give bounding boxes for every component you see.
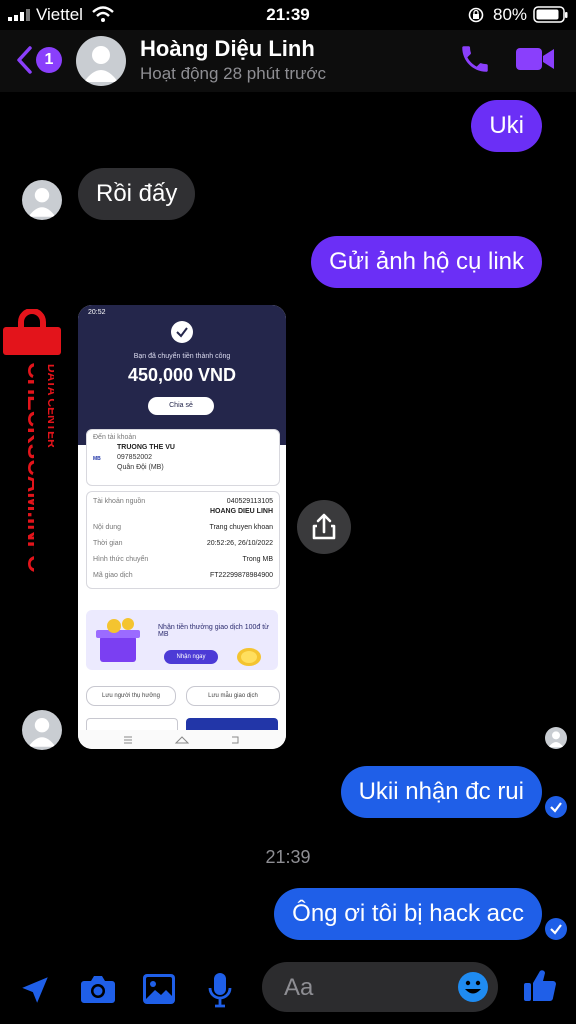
clock: 21:39 [266,5,310,24]
phone-call-icon[interactable] [458,42,492,76]
battery-icon [533,6,568,23]
watermark-main-label: CHECKSCAM.INFO [23,362,34,573]
detail-label: Mã giao dịch [93,572,133,579]
photo-gallery-icon[interactable] [142,973,176,1005]
message-bubble-outgoing[interactable]: Uki [471,100,542,152]
receipt-amount: 450,000 VND [127,365,237,385]
emoji-icon[interactable] [457,971,489,1003]
contact-avatar-small[interactable] [22,710,62,750]
recipient-name: TRUONG THE VU [117,444,175,451]
chevron-left-icon [17,46,32,74]
rotation-lock-icon [468,7,484,23]
receipt-recipient-card: Đến tài khoản MB TRUONG THE VU 097852002… [86,429,280,486]
contact-avatar-small[interactable] [22,180,62,220]
watermark-sub-label: DATA CENTER [45,364,54,448]
detail-value: Trong MB [242,556,273,563]
coin-icon [237,648,261,666]
detail-value: Trang chuyen khoan [209,524,273,531]
message-bubble-outgoing[interactable]: Gửi ảnh hộ cụ link [311,236,542,288]
receipt-primary-button [186,718,278,730]
location-arrow-icon[interactable] [18,973,52,1007]
promo-text: Nhận tiền thưởng giao dịch 100đ từ MB [158,624,269,638]
lock-logo-icon [3,309,61,355]
detail-label: Tài khoản nguồn [93,498,146,505]
detail-label: Hình thức chuyển [93,556,149,563]
camera-icon[interactable] [80,974,116,1004]
receipt-status-time: 20:52 [88,309,106,316]
recipient-account: 097852002 [117,454,153,461]
detail-label: Nội dung [93,524,122,531]
default-avatar-icon [28,718,56,747]
receipt-details-card: Tài khoản nguồn 040529113105 HOANG DIEU … [86,491,280,589]
receipt-share-label: Chia sẻ [169,402,193,409]
default-avatar-icon [548,731,564,748]
watermark-main-text: CHECKSCAM.INFO [23,362,34,573]
detail-value: 040529113105 [226,498,273,505]
promo-button: Nhận ngay [164,650,218,664]
seen-receipt-avatar [545,727,567,749]
unread-badge: 1 [36,47,62,73]
detail-value: HOANG DIEU LINH [210,508,273,515]
chat-header: 1 Hoàng Diệu Linh Hoạt động 28 phút trướ… [0,30,576,92]
default-avatar-icon [84,46,118,82]
detail-value: 20:52:26, 26/10/2022 [206,540,273,547]
detail-label: Thời gian [93,540,123,547]
shared-image-receipt[interactable]: 20:52 Bạn đã chuyển tiền thành công 450,… [78,305,286,749]
recipient-bank: Quân Đội (MB) [117,464,164,471]
gift-box-icon [96,618,140,662]
receipt-success-text: Bạn đã chuyển tiền thành công [133,353,231,360]
message-timestamp: 21:39 [265,847,311,867]
thumbs-up-icon[interactable] [522,968,558,1004]
watermark-sub-text: DATA CENTER [45,364,54,448]
bank-logo: MB [93,456,101,462]
save-recipient-button: Lưu người thụ hưởng [86,686,176,706]
contact-avatar[interactable] [76,36,126,86]
message-bubble-outgoing[interactable]: Ukii nhận đc rui [340,766,542,818]
save-template-button: Lưu mẫu giao dịch [186,686,280,706]
receipt-share-button: Chia sẻ [148,397,214,415]
delivered-check-icon [545,796,567,818]
back-button[interactable]: 1 [14,44,64,76]
activity-status: Hoạt động 28 phút trước [140,64,327,83]
detail-value: FT22299878984900 [209,572,273,579]
share-icon [312,513,336,540]
video-call-icon[interactable] [515,44,555,74]
android-nav-icons [124,736,239,744]
receipt-nav-bar [78,730,286,749]
contact-name[interactable]: Hoàng Diệu Linh [140,36,315,62]
status-bar: Viettel 21:39 80% [0,0,576,30]
battery-percent: 80% [493,5,528,24]
message-bubble-incoming[interactable]: Rồi đấy [78,168,196,220]
delivered-check-icon [545,918,567,940]
message-input-placeholder: Aa [284,974,314,1001]
message-bubble-outgoing[interactable]: Ông ơi tôi bị hack acc [274,888,542,940]
share-image-button[interactable] [297,500,351,554]
recipient-to-label: Đến tài khoản [93,434,137,441]
default-avatar-icon [28,188,56,217]
receipt-promo-banner: Nhận tiền thưởng giao dịch 100đ từ MB Nh… [86,610,278,670]
success-check-icon [171,321,193,343]
microphone-icon[interactable] [207,972,233,1008]
